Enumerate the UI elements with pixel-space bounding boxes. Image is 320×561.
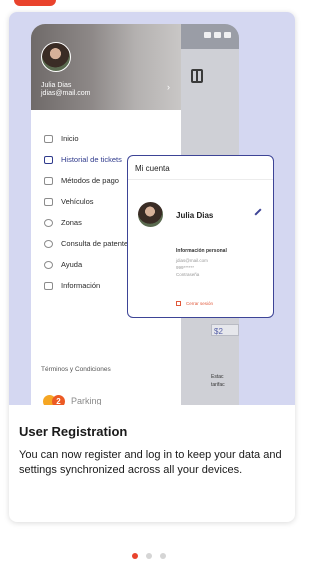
avatar [41,42,71,72]
info-icon [44,281,53,290]
car-icon [44,197,53,206]
menu-item-inicio[interactable]: Inicio [31,128,181,149]
page-dot[interactable] [160,553,166,559]
menu-item-label: Historial de tickets [61,155,122,164]
account-email: jdias@mail.com [176,258,208,263]
menu-item-label: Métodos de pago [61,176,119,185]
home-icon [44,134,53,143]
brand-logo: 2 Parking [43,394,102,405]
account-card: Mi cuenta Julia Dias Información persona… [127,155,274,318]
menu-item-label: Información [61,281,101,290]
card-icon [44,176,53,185]
help-icon [44,260,53,269]
edit-icon[interactable] [254,208,262,216]
menu-item-label: Consulta de patente [61,239,129,248]
logout-icon [176,301,181,306]
feature-title: User Registration [19,424,128,439]
feature-illustration: nto $2 Estac tarifac Julia Dias jdias@ma… [9,12,295,405]
divider [128,179,273,180]
location-icon [44,218,53,227]
logout-label: Cerrar sesión [186,301,214,306]
background-text-2: tarifac [211,382,225,388]
avatar [137,201,164,228]
plate-icon [44,239,53,248]
drawer-user-name: Julia Dias [41,82,72,89]
brand-name: Parking [71,396,102,405]
brand-badge-icon: 2 [43,394,67,405]
background-price: $2 [211,324,239,336]
personal-info-heading: Información personal [176,248,227,254]
account-name: Julia Dias [176,211,214,220]
top-indicator [14,0,56,6]
account-title: Mi cuenta [135,164,170,173]
map-icon [191,69,203,83]
page-dot-active[interactable] [132,553,138,559]
pagination-dots [132,553,166,559]
menu-item-label: Zonas [61,218,82,227]
drawer-user-email: jdias@mail.com [41,90,91,97]
drawer-header: Julia Dias jdias@mail.com › [31,24,181,110]
onboarding-screen: nto $2 Estac tarifac Julia Dias jdias@ma… [0,0,307,561]
account-password: 999****** [176,265,195,270]
page-dot[interactable] [146,553,152,559]
terms-link[interactable]: Términos y Condiciones [41,366,111,373]
chevron-right-icon: › [167,82,170,92]
status-bar-icons [191,32,231,42]
feature-description: You can now register and log in to keep … [19,449,282,476]
account-password-label: Contraseña [176,272,200,277]
menu-item-label: Inicio [61,134,79,143]
menu-item-label: Vehículos [61,197,94,206]
menu-item-label: Ayuda [61,260,83,269]
history-icon [44,155,53,164]
logout-button[interactable]: Cerrar sesión [176,301,213,306]
onboarding-card: nto $2 Estac tarifac Julia Dias jdias@ma… [9,12,295,522]
background-text-1: Estac [211,374,224,380]
